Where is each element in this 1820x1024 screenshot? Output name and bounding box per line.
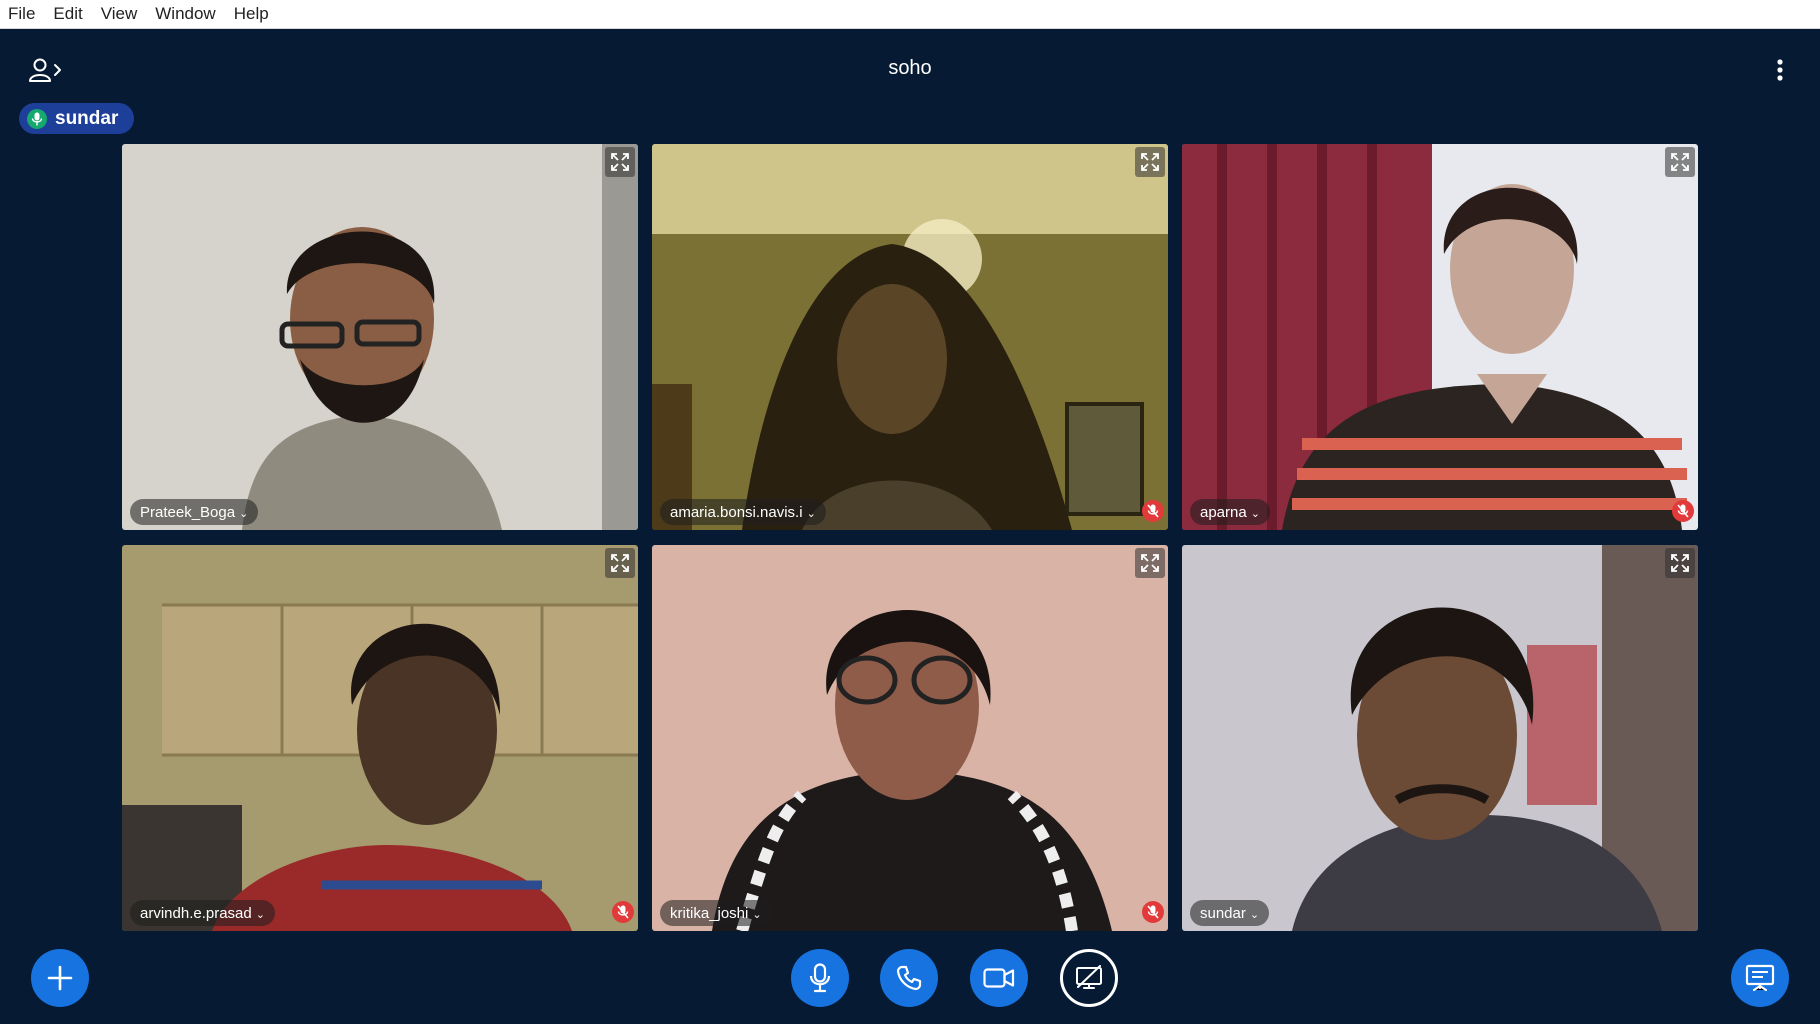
participant-video <box>1182 545 1698 931</box>
participant-name: Prateek_Boga <box>140 503 236 521</box>
menu-window[interactable]: Window <box>146 0 224 28</box>
menu-help[interactable]: Help <box>225 0 278 28</box>
expand-tile-button[interactable] <box>605 548 635 578</box>
participant-name-tag[interactable]: Prateek_Boga ⌄ <box>130 499 259 525</box>
expand-tile-button[interactable] <box>1665 147 1695 177</box>
microphone-muted-icon <box>1147 504 1159 518</box>
microphone-icon <box>809 963 831 993</box>
expand-icon <box>611 554 629 572</box>
more-vertical-icon <box>1777 59 1783 81</box>
chevron-down-icon: ⌄ <box>1249 908 1260 921</box>
expand-icon <box>1141 153 1159 171</box>
expand-icon <box>611 153 629 171</box>
mic-muted-badge <box>612 901 634 923</box>
menu-bar: File Edit View Window Help <box>0 0 1820 29</box>
screen-share-off-icon <box>1076 965 1102 989</box>
phone-icon <box>896 965 922 991</box>
video-tile[interactable]: sundar ⌄ <box>1182 545 1698 931</box>
presentation-button[interactable] <box>1731 949 1789 1007</box>
expand-tile-button[interactable] <box>1665 548 1695 578</box>
chevron-down-icon: ⌄ <box>806 507 816 520</box>
video-tile[interactable]: arvindh.e.prasad ⌄ <box>122 545 638 931</box>
end-call-button[interactable] <box>880 949 938 1007</box>
participant-video <box>652 144 1168 530</box>
participant-video <box>122 545 638 931</box>
participant-video <box>652 545 1168 931</box>
microphone-active-icon <box>27 108 47 129</box>
microphone-muted-icon <box>617 905 629 919</box>
microphone-muted-icon <box>1147 905 1159 919</box>
participant-name: arvindh.e.prasad <box>140 904 252 922</box>
participant-name: amaria.bonsi.navis.i <box>670 503 803 521</box>
expand-icon <box>1671 554 1689 572</box>
participant-name-tag[interactable]: sundar ⌄ <box>1190 900 1270 926</box>
participant-name: sundar <box>1200 904 1246 922</box>
expand-tile-button[interactable] <box>605 147 635 177</box>
menu-view[interactable]: View <box>92 0 147 28</box>
participant-name: aparna <box>1200 503 1247 521</box>
video-tile[interactable]: Prateek_Boga ⌄ <box>122 144 638 530</box>
expand-tile-button[interactable] <box>1135 147 1165 177</box>
mic-muted-badge <box>1672 500 1694 522</box>
active-speaker-name: sundar <box>55 107 119 129</box>
more-options-button[interactable] <box>1768 56 1792 84</box>
mic-muted-badge <box>1142 901 1164 923</box>
meeting-title: soho <box>888 57 932 79</box>
menu-file[interactable]: File <box>0 0 44 28</box>
expand-icon <box>1141 554 1159 572</box>
plus-icon <box>47 965 73 991</box>
microphone-toggle-button[interactable] <box>791 949 849 1007</box>
chevron-down-icon: ⌄ <box>255 908 265 921</box>
mic-muted-badge <box>1142 500 1164 522</box>
chevron-down-icon: ⌄ <box>752 908 762 921</box>
chevron-down-icon: ⌄ <box>239 507 249 520</box>
participant-name-tag[interactable]: amaria.bonsi.navis.i ⌄ <box>660 499 826 525</box>
add-participant-button[interactable] <box>31 949 89 1007</box>
video-camera-icon <box>983 968 1015 988</box>
participant-name: kritika_joshi <box>670 904 749 922</box>
screen-share-button[interactable] <box>1060 949 1118 1007</box>
participant-name-tag[interactable]: kritika_joshi ⌄ <box>660 900 772 926</box>
chevron-down-icon: ⌄ <box>1250 507 1260 520</box>
participant-video <box>122 144 638 530</box>
participant-video <box>1182 144 1698 530</box>
active-speaker-badge: sundar <box>19 103 135 134</box>
video-toggle-button[interactable] <box>970 949 1028 1007</box>
video-tile[interactable]: amaria.bonsi.navis.i ⌄ <box>652 144 1168 530</box>
presentation-icon <box>1745 964 1775 992</box>
microphone-muted-icon <box>1677 504 1689 518</box>
participant-name-tag[interactable]: aparna ⌄ <box>1190 499 1270 525</box>
video-tile[interactable]: kritika_joshi ⌄ <box>652 545 1168 931</box>
expand-tile-button[interactable] <box>1135 548 1165 578</box>
menu-edit[interactable]: Edit <box>44 0 91 28</box>
expand-icon <box>1671 153 1689 171</box>
video-tile[interactable]: aparna ⌄ <box>1182 144 1698 530</box>
participant-name-tag[interactable]: arvindh.e.prasad ⌄ <box>130 900 275 926</box>
